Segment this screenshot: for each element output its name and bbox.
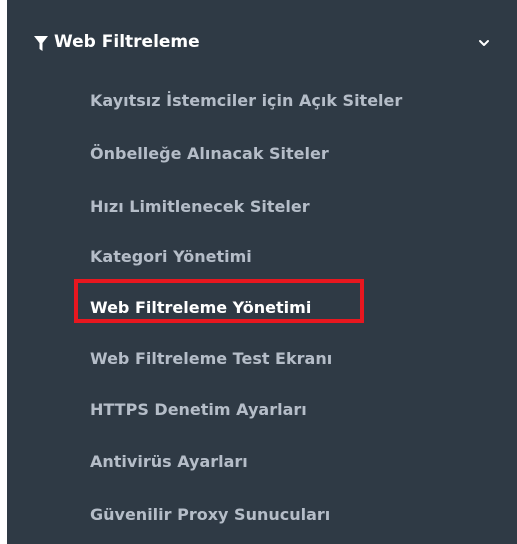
filter-icon bbox=[34, 36, 48, 51]
menu-item-rate-limited-sites[interactable]: Hızı Limitlenecek Siteler bbox=[90, 192, 310, 222]
menu-title: Web Filtreleme bbox=[54, 32, 200, 52]
chevron-down-icon[interactable] bbox=[478, 38, 490, 48]
menu-item-antivirus-settings[interactable]: Antivirüs Ayarları bbox=[90, 447, 248, 477]
menu-item-web-filtering-management[interactable]: Web Filtreleme Yönetimi bbox=[90, 293, 311, 323]
menu-item-web-filtering-test[interactable]: Web Filtreleme Test Ekranı bbox=[90, 344, 332, 374]
sidebar-panel: Web Filtreleme Kayıtsız İstemciler için … bbox=[7, 0, 517, 544]
web-filtering-menu-header[interactable]: Web Filtreleme bbox=[7, 26, 517, 62]
menu-item-cached-sites[interactable]: Önbelleğe Alınacak Siteler bbox=[90, 139, 329, 169]
menu-item-open-sites-unregistered-clients[interactable]: Kayıtsız İstemciler için Açık Siteler bbox=[90, 86, 402, 116]
menu-item-trusted-proxy-servers[interactable]: Güvenilir Proxy Sunucuları bbox=[90, 500, 330, 530]
menu-item-https-inspection-settings[interactable]: HTTPS Denetim Ayarları bbox=[90, 395, 307, 425]
menu-item-category-management[interactable]: Kategori Yönetimi bbox=[90, 242, 252, 272]
